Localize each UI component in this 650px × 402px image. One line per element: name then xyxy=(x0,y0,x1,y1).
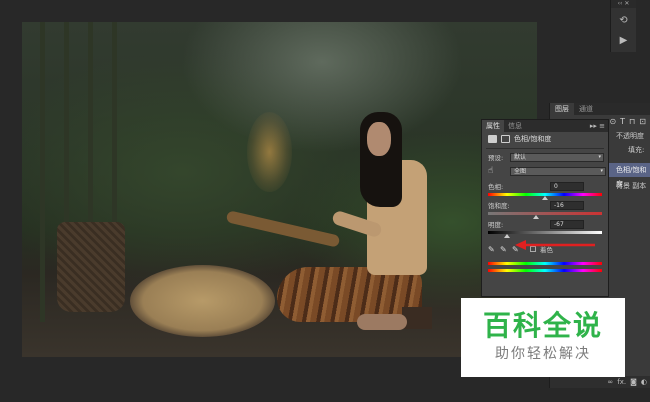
type-icon[interactable]: T xyxy=(620,115,625,129)
lightness-input[interactable]: -67 xyxy=(550,219,584,229)
eyedropper-icon[interactable]: ✎ xyxy=(488,245,496,254)
divider xyxy=(486,148,604,149)
sieve-stick xyxy=(225,210,341,248)
mask-icon[interactable]: ◙ xyxy=(630,376,637,388)
smart-object-icon[interactable]: ⊡ xyxy=(639,115,646,129)
panel-menu-icon[interactable]: ▸▸ ≡ xyxy=(590,120,605,132)
source-spectrum-bar xyxy=(488,262,602,265)
lightness-slider-thumb[interactable] xyxy=(503,234,510,238)
play-icon[interactable]: ▶ xyxy=(617,34,631,48)
channel-value: 全图 xyxy=(514,167,527,175)
chevron-down-icon: ▾ xyxy=(600,167,603,174)
layers-tabs: 图层 通道 xyxy=(550,103,650,115)
red-arrow-annotation xyxy=(515,240,595,250)
watermark-subtitle: 助你轻松解决 xyxy=(495,346,591,362)
dock-collapse-bar[interactable]: ‹‹ ✕ xyxy=(611,0,636,8)
woven-basket xyxy=(57,222,125,312)
bamboo-stalk xyxy=(112,22,117,252)
bamboo-stalk xyxy=(40,22,45,322)
saturation-slider[interactable] xyxy=(488,212,602,219)
properties-panel: 属性 信息 ▸▸ ≡ 色相/饱和度 预设: 默认 ▾ ☝ 全图 ▾ 色相: 0 … xyxy=(481,119,609,297)
saturation-slider-thumb[interactable] xyxy=(532,215,539,219)
wooden-stool xyxy=(402,307,432,329)
tab-properties[interactable]: 属性 xyxy=(482,120,504,132)
lightness-slider[interactable] xyxy=(488,231,602,238)
woman-face xyxy=(367,122,391,156)
watermark-logo: 百科全说 助你轻松解决 xyxy=(461,298,625,377)
hue-row: 色相: 0 xyxy=(482,181,608,191)
saturation-label: 饱和度: xyxy=(488,202,510,210)
woman-feet xyxy=(357,314,407,330)
tab-info[interactable]: 信息 xyxy=(504,120,526,132)
hand-target-icon[interactable]: ☝ xyxy=(488,166,502,176)
eyedropper-plus-icon[interactable]: ✎ xyxy=(500,245,508,254)
lightness-row: 明度: -67 xyxy=(482,219,608,229)
canvas-photo[interactable] xyxy=(22,22,537,357)
saturation-input[interactable]: -16 xyxy=(550,200,584,210)
channel-row: ☝ 全图 ▾ xyxy=(482,165,608,177)
properties-header: 色相/饱和度 xyxy=(482,132,608,146)
winnowing-tray xyxy=(130,265,275,337)
tab-layers[interactable]: 图层 xyxy=(550,103,574,115)
filter-icon[interactable]: ⊙ xyxy=(609,115,616,129)
tab-channels[interactable]: 通道 xyxy=(574,103,598,115)
properties-title: 色相/饱和度 xyxy=(514,135,552,143)
hue-slider[interactable] xyxy=(488,193,602,200)
lightness-label: 明度: xyxy=(488,221,504,229)
hue-input[interactable]: 0 xyxy=(550,181,584,191)
adjustment-icon[interactable]: ◐ xyxy=(641,376,647,388)
watermark-title: 百科全说 xyxy=(482,309,603,342)
channel-select[interactable]: 全图 ▾ xyxy=(510,166,606,176)
layers-footer: ∞ fx. ◙ ◐ xyxy=(550,376,650,388)
preset-select[interactable]: 默认 ▾ xyxy=(510,152,604,162)
hue-label: 色相: xyxy=(488,183,504,191)
fx-icon[interactable]: fx. xyxy=(617,376,626,388)
preset-row: 预设: 默认 ▾ xyxy=(482,151,608,163)
history-icon[interactable]: ⟲ xyxy=(617,14,631,28)
mask-thumbnail-icon[interactable] xyxy=(501,135,510,143)
link-icon[interactable]: ∞ xyxy=(607,376,613,388)
collapsed-dock: ‹‹ ✕ ⟲ ▶ xyxy=(610,0,636,52)
saturation-row: 饱和度: -16 xyxy=(482,200,608,210)
hue-slider-thumb[interactable] xyxy=(542,196,548,200)
shape-icon[interactable]: ⊓ xyxy=(629,115,635,129)
properties-tabs: 属性 信息 ▸▸ ≡ xyxy=(482,120,608,132)
preset-label: 预设: xyxy=(488,154,504,162)
adjustment-layer-icon xyxy=(488,135,497,143)
result-spectrum-bar xyxy=(488,269,602,272)
chevron-down-icon: ▾ xyxy=(598,153,601,160)
preset-value: 默认 xyxy=(514,153,527,161)
chaff-cloud xyxy=(247,112,292,192)
